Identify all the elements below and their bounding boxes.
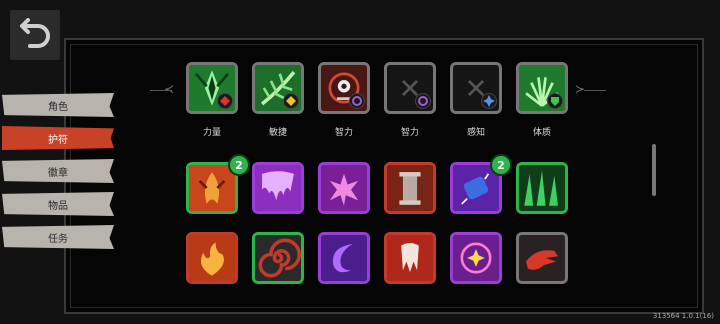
tab-charm[interactable]: 护符 <box>2 126 114 150</box>
charm-item[interactable] <box>318 162 370 214</box>
red-fang-icon <box>387 235 433 281</box>
charm-item[interactable] <box>186 232 238 284</box>
charm-item[interactable] <box>252 162 304 214</box>
version-label: 313564 1.0.1(16) <box>652 312 714 320</box>
equip-slot-intelligence-empty[interactable] <box>384 62 436 114</box>
charm-item[interactable] <box>252 232 304 284</box>
yellow-gem-icon <box>283 93 299 109</box>
charm-item[interactable] <box>516 162 568 214</box>
slot-label: 敏捷 <box>268 128 287 138</box>
purple-dripping-icon <box>255 165 301 211</box>
charm-item[interactable] <box>450 232 502 284</box>
slot-label: 智力 <box>400 128 419 138</box>
count-badge: 2 <box>228 154 250 176</box>
equip-slot-agility[interactable] <box>252 62 304 114</box>
slot-label: 感知 <box>466 128 485 138</box>
charm-item[interactable] <box>384 162 436 214</box>
red-spiral-icon <box>255 235 301 281</box>
right-chevron-decor-icon: ≻ <box>575 82 586 96</box>
left-chevron-decor-icon: ≺ <box>164 82 175 96</box>
purple-swirl-icon <box>321 235 367 281</box>
slot-label: 智力 <box>334 128 353 138</box>
red-hand-icon <box>519 235 565 281</box>
stone-pillar-icon <box>387 165 433 211</box>
tab-items[interactable]: 物品 <box>2 192 114 216</box>
divider <box>584 90 606 91</box>
tab-label: 角色 <box>48 101 68 113</box>
orange-flame-dragon-icon <box>189 165 235 211</box>
back-button[interactable] <box>8 8 62 62</box>
slot-label: 体质 <box>532 128 551 138</box>
tab-quests[interactable]: 任务 <box>2 225 114 249</box>
pink-star-orb-icon <box>453 235 499 281</box>
divider <box>150 90 172 91</box>
equip-slot-strength[interactable] <box>186 62 238 114</box>
fire-burst-icon <box>189 235 235 281</box>
tab-character[interactable]: 角色 <box>2 93 114 117</box>
back-arrow-icon <box>20 18 50 48</box>
tab-label: 徽章 <box>48 167 68 179</box>
equip-slot-constitution[interactable] <box>516 62 568 114</box>
scrollbar[interactable] <box>652 144 656 196</box>
purple-gem-icon <box>415 93 431 109</box>
tab-label: 物品 <box>48 200 68 212</box>
charm-item[interactable] <box>516 232 568 284</box>
slot-label: 力量 <box>202 128 221 138</box>
tab-label: 护符 <box>48 134 68 146</box>
green-gem-icon <box>547 93 563 109</box>
equip-slot-perception-empty[interactable] <box>450 62 502 114</box>
charm-item[interactable] <box>384 232 436 284</box>
red-gem-icon <box>217 93 233 109</box>
green-spikes-icon <box>519 165 565 211</box>
blue-gem-icon <box>481 93 497 109</box>
tab-label: 任务 <box>48 233 68 245</box>
charm-item[interactable] <box>318 232 370 284</box>
pink-splash-icon <box>321 165 367 211</box>
count-badge: 2 <box>490 154 512 176</box>
tab-badge[interactable]: 徽章 <box>2 159 114 183</box>
equip-slot-intelligence[interactable] <box>318 62 370 114</box>
purple-gem-icon <box>349 93 365 109</box>
